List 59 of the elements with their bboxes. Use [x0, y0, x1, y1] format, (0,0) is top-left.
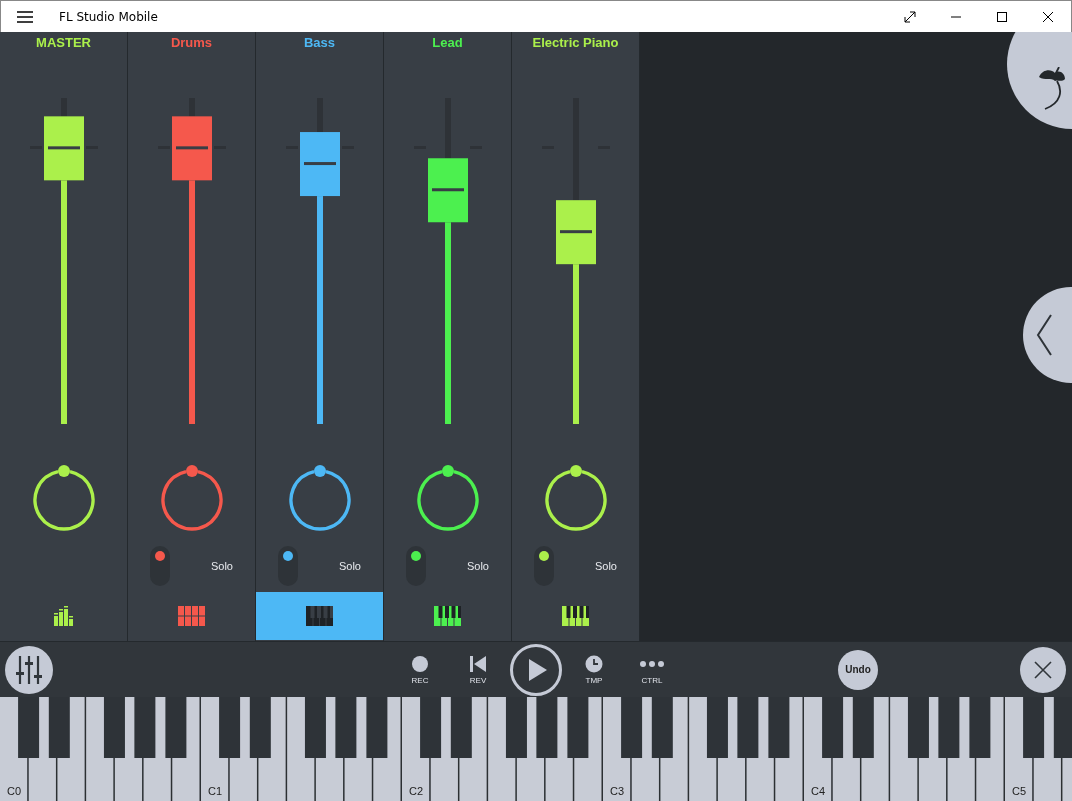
- solo-switch[interactable]: [278, 546, 298, 586]
- piano-icon: [434, 606, 461, 626]
- skip-back-icon: [469, 654, 487, 673]
- menu-icon[interactable]: [17, 10, 33, 23]
- solo-switch[interactable]: [534, 546, 554, 586]
- octave-label: C3: [610, 785, 625, 797]
- fader-track: [188, 98, 195, 117]
- fader-track: [316, 98, 323, 133]
- piano-icon: [562, 606, 589, 626]
- play-icon: [529, 658, 547, 681]
- fader-tick: [29, 146, 98, 149]
- more-dots-icon: [640, 660, 664, 667]
- fader-thumb[interactable]: [299, 132, 340, 197]
- transport-button[interactable]: CTRL: [626, 654, 678, 685]
- solo-switch[interactable]: [406, 546, 426, 586]
- piano-icon: [306, 606, 333, 626]
- fader-thumb[interactable]: [43, 116, 84, 181]
- level-bars-icon: [52, 606, 75, 626]
- chevron-left-icon: [1036, 314, 1052, 356]
- play-button[interactable]: [510, 643, 562, 696]
- channel-name: Lead: [432, 34, 463, 52]
- solo-switch[interactable]: [150, 546, 170, 586]
- transport-button[interactable]: REV: [452, 654, 504, 685]
- close-icon: [1034, 660, 1052, 679]
- octave-label: C0: [7, 785, 22, 797]
- fruit-icon: [1037, 67, 1067, 113]
- window-title: FL Studio Mobile: [59, 9, 158, 24]
- close-icon: [1042, 10, 1054, 23]
- fader-thumb[interactable]: [427, 158, 468, 223]
- octave-label: C4: [811, 785, 826, 797]
- solo-label: Solo: [594, 560, 617, 572]
- expand-icon: [904, 10, 916, 23]
- transport-button[interactable]: REC: [394, 654, 446, 685]
- fader-track: [444, 98, 451, 159]
- fader-thumb[interactable]: [171, 116, 212, 181]
- solo-label: Solo: [210, 560, 233, 572]
- channel-name: Drums: [170, 34, 213, 52]
- solo-label: Solo: [466, 560, 489, 572]
- octave-label: C2: [409, 785, 424, 797]
- close-panel-button[interactable]: [1020, 646, 1066, 693]
- channel-name: Bass: [303, 34, 336, 52]
- transport-button[interactable]: TMP: [568, 654, 620, 685]
- maximize-icon: [996, 10, 1008, 23]
- mixer-button[interactable]: [5, 645, 53, 694]
- clock-icon: [585, 654, 603, 673]
- undo-button[interactable]: Undo: [838, 649, 878, 690]
- fader-track: [60, 98, 67, 117]
- solo-label: Solo: [338, 560, 361, 572]
- sliders-icon: [16, 655, 42, 684]
- piano-keyboard-drawing[interactable]: [0, 697, 1072, 801]
- pad-grid-icon: [178, 606, 205, 626]
- channel-name: Electric Piano: [532, 34, 619, 52]
- octave-label: C5: [1012, 785, 1027, 797]
- fader-thumb[interactable]: [555, 200, 596, 265]
- octave-label: C1: [208, 785, 223, 797]
- channel-name: MASTER: [36, 34, 91, 52]
- record-icon: [411, 654, 429, 673]
- instrument-button[interactable]: [256, 592, 383, 640]
- fader-tick: [157, 146, 226, 149]
